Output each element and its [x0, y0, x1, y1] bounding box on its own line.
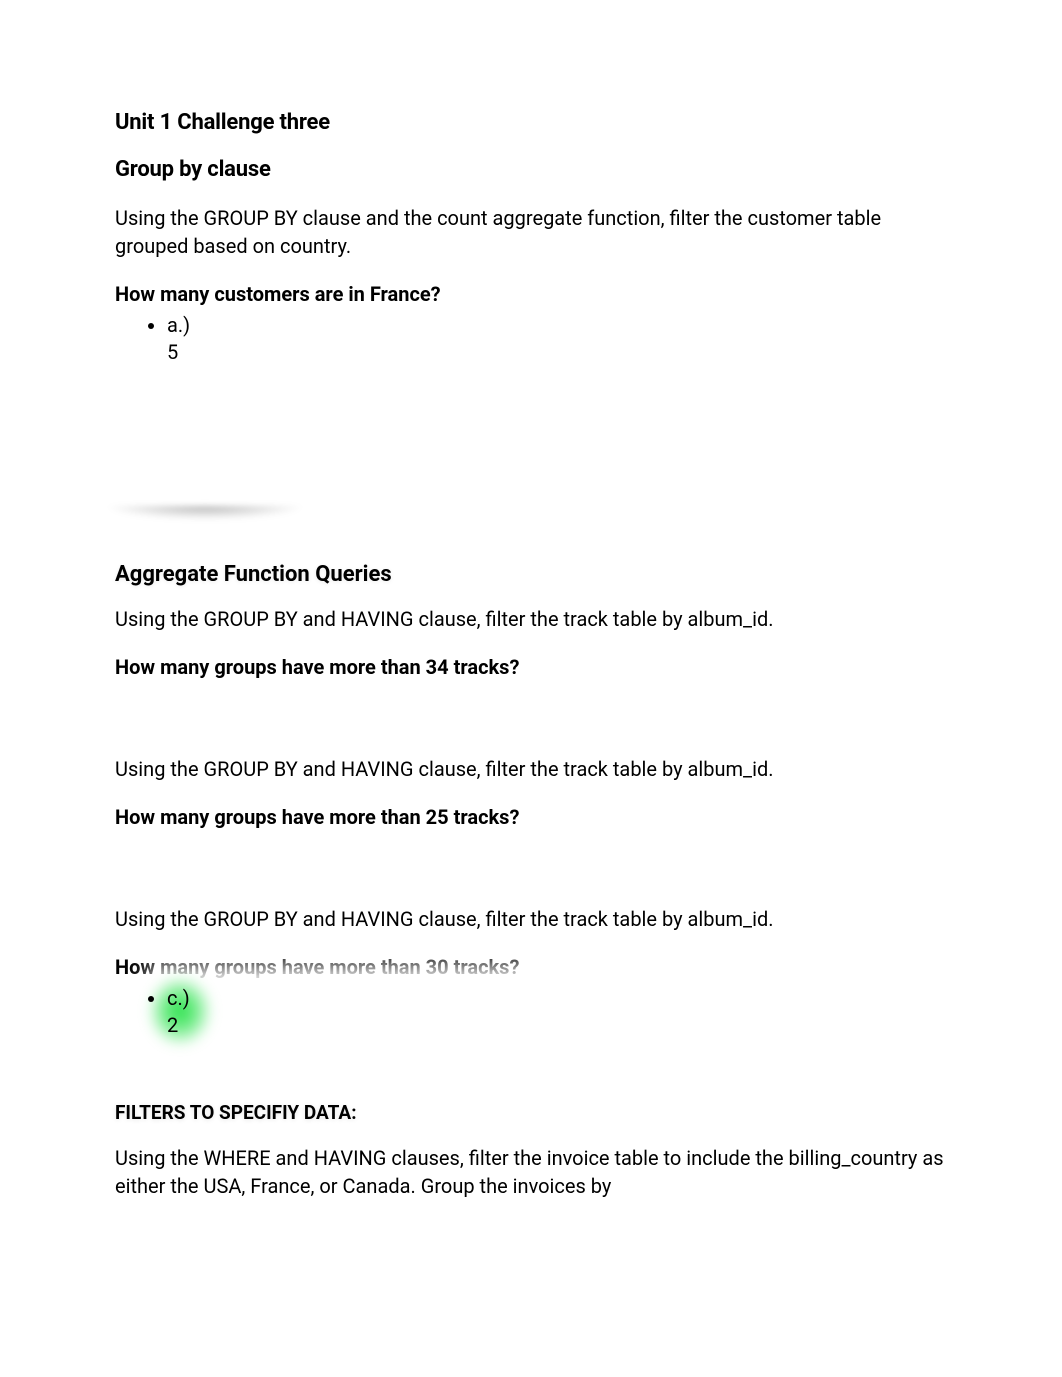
- list-item: a.) 5: [167, 312, 947, 366]
- spacer: [115, 685, 947, 755]
- answer-value: 5: [167, 339, 947, 366]
- section-title-aggregate: Aggregate Function Queries: [115, 562, 947, 587]
- section-title-filters: FILTERS TO SPECIFIY DATA:: [115, 1101, 947, 1124]
- question-france: How many customers are in France?: [115, 282, 947, 306]
- intro-text-q1: Using the GROUP BY and HAVING clause, fi…: [115, 605, 947, 633]
- blur-divider: [105, 506, 305, 520]
- answer-list-france: a.) 5: [115, 312, 947, 366]
- question-30-tracks: How many groups have more than 30 tracks…: [115, 955, 947, 979]
- question-25-tracks: How many groups have more than 25 tracks…: [115, 805, 947, 829]
- intro-text-groupby: Using the GROUP BY clause and the count …: [115, 204, 947, 260]
- intro-text-q3: Using the GROUP BY and HAVING clause, fi…: [115, 905, 947, 933]
- answer-label: a.): [167, 312, 947, 339]
- spacer: [115, 366, 947, 506]
- section-title-group-by: Group by clause: [115, 157, 947, 182]
- spacer: [115, 835, 947, 905]
- highlighted-answer-row: c.) 2: [115, 985, 947, 1039]
- answer-label: c.): [167, 985, 947, 1012]
- intro-text-filters: Using the WHERE and HAVING clauses, filt…: [115, 1144, 947, 1200]
- unit-title: Unit 1 Challenge three: [115, 110, 947, 135]
- question-34-tracks: How many groups have more than 34 tracks…: [115, 655, 947, 679]
- answer-value: 2: [167, 1012, 947, 1039]
- answer-list-30tracks: c.) 2: [115, 985, 947, 1039]
- list-item-highlighted: c.) 2: [167, 985, 947, 1039]
- intro-text-q2: Using the GROUP BY and HAVING clause, fi…: [115, 755, 947, 783]
